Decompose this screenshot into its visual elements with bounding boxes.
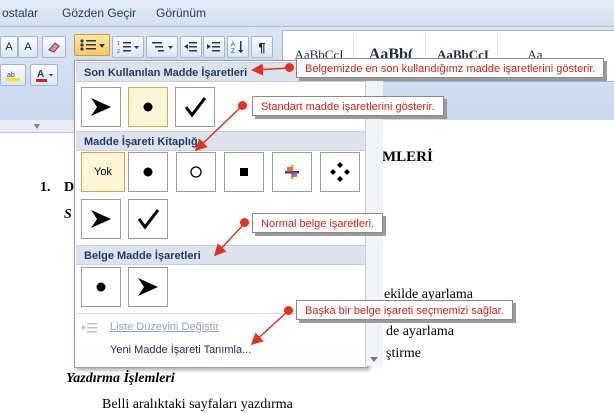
callout-dot-recent bbox=[285, 63, 294, 72]
callout-standard: Standart madde işaretlerini gösterir. bbox=[252, 96, 444, 116]
callout-dot-standard bbox=[238, 101, 247, 110]
callout-dot-other bbox=[284, 306, 293, 315]
arrow-standard bbox=[194, 105, 243, 152]
callout-other: Başka bir belge işareti seçmemizi sağlar… bbox=[296, 300, 513, 320]
arrow-recent bbox=[251, 63, 290, 76]
arrow-other bbox=[250, 310, 289, 346]
arrow-normal bbox=[213, 223, 245, 257]
callout-dot-normal bbox=[240, 218, 249, 227]
callout-normal: Normal belge işaretleri. bbox=[252, 213, 384, 233]
callout-recent: Belgemizde en son kullandığımz madde işa… bbox=[296, 58, 605, 78]
